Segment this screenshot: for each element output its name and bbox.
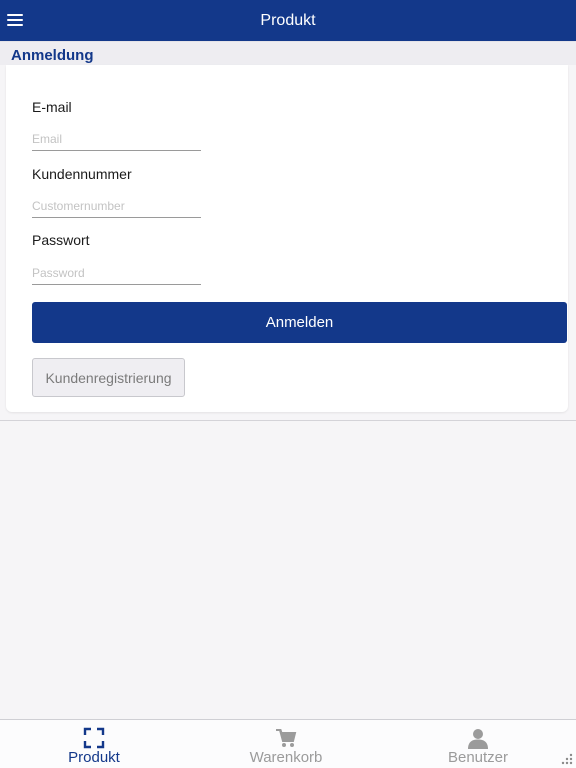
- divider: [0, 420, 576, 421]
- email-label: E-mail: [32, 99, 72, 115]
- tab-benutzer[interactable]: Benutzer: [403, 720, 553, 768]
- tab-label: Benutzer: [447, 749, 509, 766]
- section-header: Anmeldung: [0, 41, 576, 65]
- top-bar: Produkt: [0, 0, 576, 41]
- hamburger-menu-icon[interactable]: [7, 12, 23, 28]
- register-button[interactable]: Kundenregistrierung: [32, 358, 185, 397]
- customer-number-label: Kundennummer: [32, 166, 132, 182]
- user-icon: [468, 729, 488, 749]
- page-title: Produkt: [260, 11, 316, 29]
- bottom-tab-bar: Produkt Warenkorb Benutzer: [0, 719, 576, 768]
- cart-icon: [276, 729, 297, 747]
- tab-label: Warenkorb: [249, 749, 323, 766]
- tab-produkt[interactable]: Produkt: [19, 720, 169, 768]
- tab-warenkorb[interactable]: Warenkorb: [211, 720, 361, 768]
- customer-number-field[interactable]: [32, 194, 201, 218]
- password-field[interactable]: [32, 261, 201, 285]
- app-window: Produkt Anmeldung E-mail Kundennummer Pa…: [0, 0, 576, 768]
- login-card: E-mail Kundennummer Passwort Anmelden Ku…: [6, 65, 568, 412]
- password-label: Passwort: [32, 232, 90, 248]
- resize-grip-icon[interactable]: [560, 752, 574, 766]
- tab-label: Produkt: [68, 749, 120, 766]
- email-field[interactable]: [32, 127, 201, 151]
- scan-frame-icon: [83, 727, 105, 749]
- login-button[interactable]: Anmelden: [32, 302, 567, 343]
- section-title: Anmeldung: [11, 47, 94, 64]
